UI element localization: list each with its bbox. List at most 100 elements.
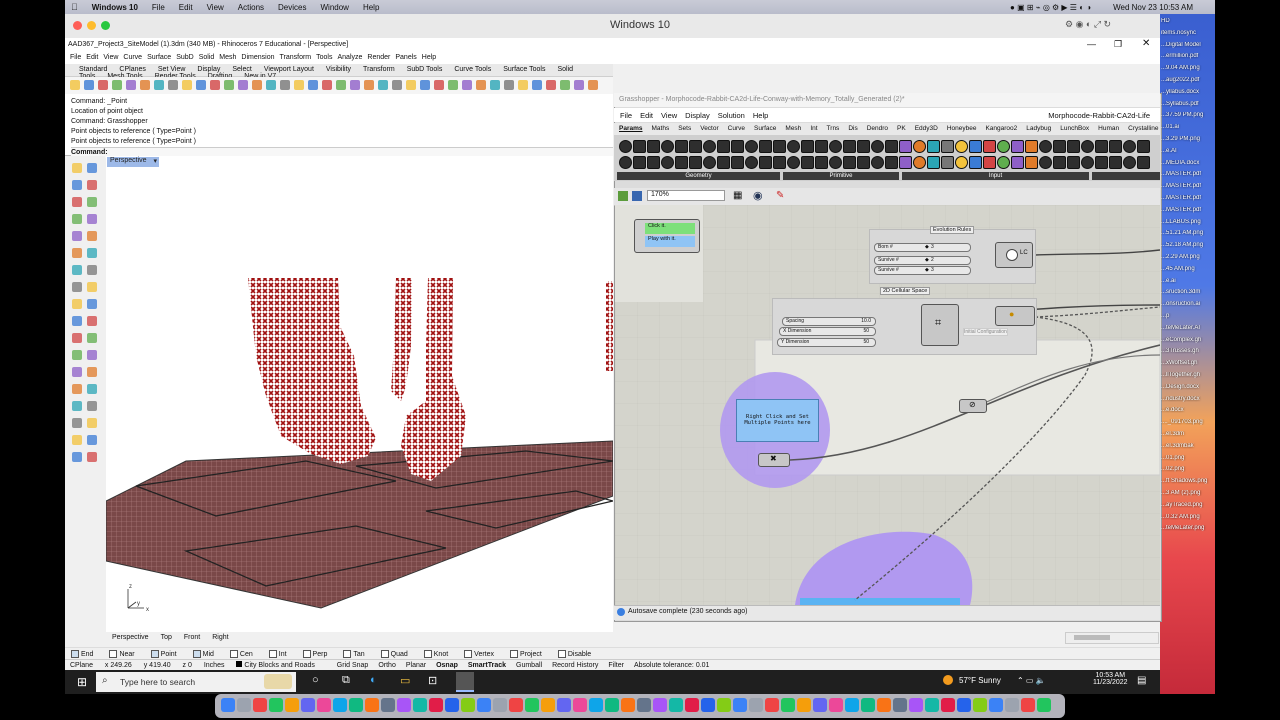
side-tool-icon[interactable]: [72, 316, 82, 326]
desktop-file[interactable]: ...MEDIA.docx: [1161, 160, 1213, 166]
gh-tab-sets[interactable]: Sets: [678, 125, 691, 132]
gh-component-icon[interactable]: [843, 156, 856, 169]
gh-tab-human[interactable]: Human: [1098, 125, 1119, 132]
toolbar-tool-icon[interactable]: [462, 80, 472, 90]
toolbar-tool-icon[interactable]: [238, 80, 248, 90]
toolbar-tab[interactable]: Standard: [79, 66, 107, 73]
notification-icon[interactable]: ▤: [1137, 675, 1146, 686]
gh-component-icon[interactable]: [1053, 156, 1066, 169]
gh-component-icon[interactable]: [913, 140, 926, 153]
viewport-tab-perspective[interactable]: Perspective: [112, 634, 149, 641]
gh-tab-honeybee[interactable]: Honeybee: [947, 125, 977, 132]
rhino-menu-render[interactable]: Render: [367, 54, 390, 61]
gh-tab-lunchbox[interactable]: LunchBox: [1060, 125, 1089, 132]
desktop-file[interactable]: ...onsruction.ai: [1161, 301, 1213, 307]
dock-app-icon[interactable]: [877, 698, 891, 712]
side-tool-icon[interactable]: [72, 299, 82, 309]
side-tool-icon[interactable]: [72, 282, 82, 292]
status-toggle[interactable]: Planar: [406, 662, 426, 669]
gh-component-icon[interactable]: [647, 140, 660, 153]
gh-component-icon[interactable]: [731, 140, 744, 153]
gh-component-icon[interactable]: [1123, 140, 1136, 153]
gh-component-icon[interactable]: [717, 156, 730, 169]
zoom-field[interactable]: 170%: [647, 190, 725, 201]
toolbar-tool-icon[interactable]: [546, 80, 556, 90]
dock-app-icon[interactable]: [765, 698, 779, 712]
close-icon[interactable]: ✕: [1142, 38, 1150, 49]
survive-slider-2[interactable]: Survive # ◆ 3: [874, 266, 971, 275]
toolbar-tool-icon[interactable]: [378, 80, 388, 90]
preview-eye-icon[interactable]: ◉: [753, 189, 763, 202]
gh-component-icon[interactable]: [815, 140, 828, 153]
desktop-file[interactable]: ...xWoffset.gh: [1161, 360, 1213, 366]
toolbar-tool-icon[interactable]: [168, 80, 178, 90]
gh-doc-name[interactable]: Morphocode-Rabbit-CA2d-Life: [1048, 111, 1150, 120]
gh-tab-crystalline[interactable]: Crystalline: [1128, 125, 1158, 132]
toolbar-tool-icon[interactable]: [406, 80, 416, 90]
gh-component-icon[interactable]: [1137, 140, 1150, 153]
gh-component-icon[interactable]: [899, 156, 912, 169]
osnap-disable[interactable]: Disable: [557, 650, 599, 658]
dock-app-icon[interactable]: [893, 698, 907, 712]
gh-tab-trns[interactable]: Trns: [827, 125, 840, 132]
dock-app-icon[interactable]: [637, 698, 651, 712]
side-tool-icon[interactable]: [87, 299, 97, 309]
rhino-menu-mesh[interactable]: Mesh: [219, 54, 236, 61]
gh-component-icon[interactable]: [843, 140, 856, 153]
toolbar-tab[interactable]: Display: [197, 66, 220, 73]
gh-component-icon[interactable]: [1109, 156, 1122, 169]
toolbar-tool-icon[interactable]: [476, 80, 486, 90]
dock-app-icon[interactable]: [685, 698, 699, 712]
gh-menu-file[interactable]: File: [620, 111, 632, 120]
side-tool-icon[interactable]: [87, 214, 97, 224]
desktop-file[interactable]: ...3.29 PM.png: [1161, 136, 1213, 142]
viewport-tab-front[interactable]: Front: [184, 634, 200, 641]
y-dimension-slider[interactable]: Y Dimension 50: [777, 338, 876, 347]
desktop-file[interactable]: ...el.3dmbak: [1161, 443, 1213, 449]
gh-component-icon[interactable]: [1053, 140, 1066, 153]
rhino-menu-solid[interactable]: Solid: [199, 54, 215, 61]
dock-app-icon[interactable]: [621, 698, 635, 712]
osnap-point[interactable]: Point: [150, 650, 185, 658]
rhino-menu-curve[interactable]: Curve: [123, 54, 142, 61]
gh-component-icon[interactable]: [801, 140, 814, 153]
gh-component-icon[interactable]: [745, 156, 758, 169]
gh-component-icon[interactable]: [983, 140, 996, 153]
desktop-file[interactable]: ...e.AI: [1161, 148, 1213, 154]
dock-app-icon[interactable]: [509, 698, 523, 712]
status-toggle[interactable]: Osnap: [436, 662, 458, 669]
dock-app-icon[interactable]: [829, 698, 843, 712]
dock-app-icon[interactable]: [445, 698, 459, 712]
gh-component-icon[interactable]: [1067, 140, 1080, 153]
desktop-file[interactable]: HD: [1161, 18, 1213, 24]
osnap-project[interactable]: Project: [510, 650, 550, 658]
menubar-edit[interactable]: Edit: [179, 3, 193, 12]
dock-app-icon[interactable]: [381, 698, 395, 712]
toolbar-tool-icon[interactable]: [532, 80, 542, 90]
gh-component-icon[interactable]: [661, 156, 674, 169]
side-tool-icon[interactable]: [72, 333, 82, 343]
tray-clock[interactable]: 10:53 AM 11/23/2022: [1093, 672, 1128, 686]
gh-component-icon[interactable]: [773, 140, 786, 153]
desktop-file[interactable]: ...Design.docx: [1161, 384, 1213, 390]
toolbar-tab[interactable]: Viewport Layout: [264, 66, 314, 73]
side-tool-icon[interactable]: [72, 197, 82, 207]
side-tool-icon[interactable]: [87, 316, 97, 326]
toolbar-tool-icon[interactable]: [140, 80, 150, 90]
dock-app-icon[interactable]: [413, 698, 427, 712]
toolbar-tab[interactable]: Select: [232, 66, 251, 73]
osnap-knot[interactable]: Knot: [423, 650, 456, 658]
gh-menu-display[interactable]: Display: [685, 111, 710, 120]
dock-app-icon[interactable]: [1037, 698, 1051, 712]
desktop-file[interactable]: ...52.18 AM.png: [1161, 242, 1213, 248]
status-units[interactable]: Inches: [204, 662, 225, 669]
status-toggle[interactable]: Ortho: [378, 662, 396, 669]
dock-app-icon[interactable]: [589, 698, 603, 712]
side-tool-icon[interactable]: [87, 197, 97, 207]
gh-component-icon[interactable]: [1081, 156, 1094, 169]
gh-component-icon[interactable]: [969, 140, 982, 153]
status-toggle[interactable]: Absolute tolerance: 0.01: [634, 662, 710, 669]
desktop-file[interactable]: ...ndustry.docx: [1161, 396, 1213, 402]
osnap-perp[interactable]: Perp: [302, 650, 336, 658]
desktop-file[interactable]: ...Syllabus.pdf: [1161, 101, 1213, 107]
